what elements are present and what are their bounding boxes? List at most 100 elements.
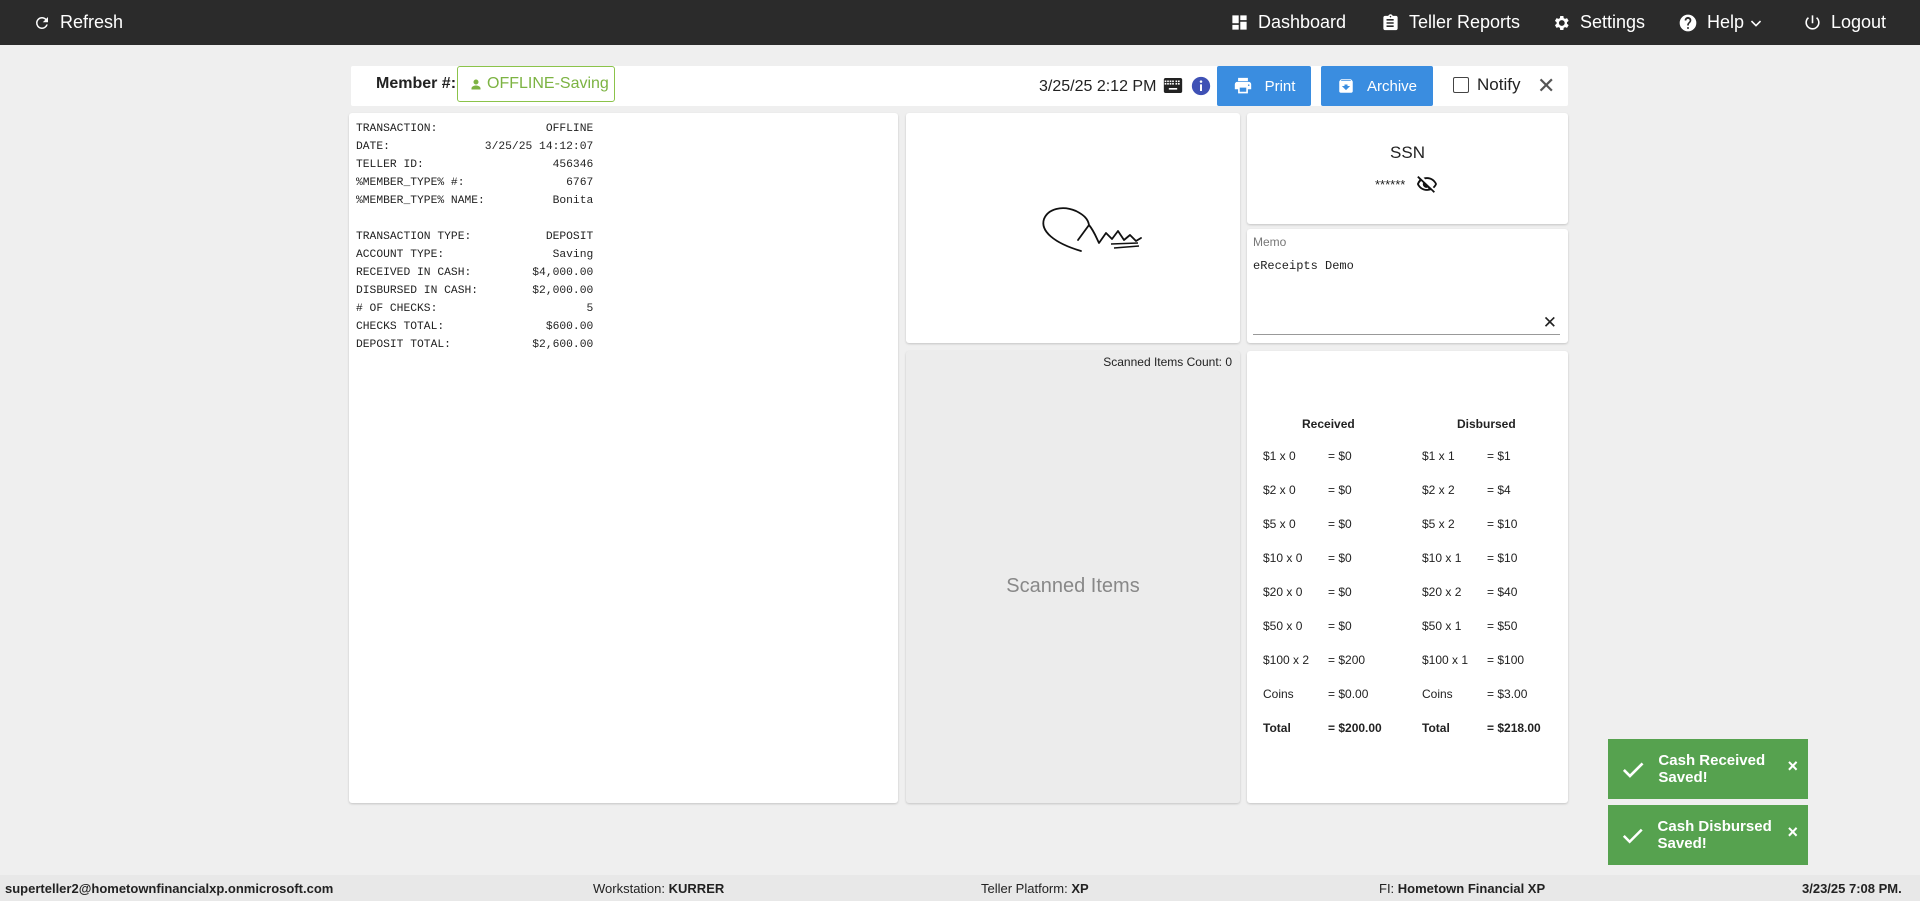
disbursed-amount: = $4 [1487, 483, 1511, 497]
disbursed-denomination: Coins [1422, 687, 1453, 701]
toast-close-icon[interactable]: × [1787, 756, 1798, 777]
help-label: Help [1707, 12, 1745, 32]
top-nav-bar: Refresh Dashboard Teller Reports Setting… [0, 0, 1920, 45]
scanned-items-title: Scanned Items [1006, 575, 1140, 597]
disbursed-denomination: $10 x 1 [1422, 551, 1462, 565]
eye-slash-icon[interactable] [1415, 173, 1439, 200]
fi-label: FI: [1379, 881, 1395, 896]
received-amount: = $200.00 [1328, 721, 1382, 735]
user-icon [471, 79, 481, 89]
received-denomination: Total [1263, 721, 1291, 735]
toast-cash-disbursed: Cash Disbursed Saved! × [1608, 805, 1808, 865]
settings-link[interactable]: Settings [1551, 0, 1645, 45]
print-label: Print [1264, 77, 1296, 95]
transaction-header: Member #: OFFLINE-Saving 3/25/25 2:12 PM… [351, 66, 1568, 106]
memo-underline [1253, 334, 1560, 335]
received-amount: = $0 [1328, 585, 1352, 599]
cash-breakdown-panel: Received Disbursed $1 x 0 = $0 $2 x 0 = $0 $… [1247, 351, 1568, 803]
received-amount: = $0 [1328, 449, 1352, 463]
dashboard-link[interactable]: Dashboard [1230, 0, 1346, 45]
footer-user: superteller2@hometownfinancialxp.onmicro… [5, 881, 334, 896]
fi-value: Hometown Financial XP [1397, 881, 1546, 896]
footer-platform: Teller Platform: XP [981, 881, 1089, 896]
member-label: Member #: [376, 75, 457, 92]
toast-close-icon[interactable]: × [1787, 822, 1798, 843]
footer-datetime: 3/23/25 7:08 PM. [1802, 881, 1902, 896]
ssn-title: SSN [1390, 143, 1425, 162]
receipt-text: TRANSACTION: OFFLINE DATE: 3/25/25 14:12… [356, 123, 594, 351]
received-denomination: $10 x 0 [1263, 551, 1303, 565]
archive-icon [1339, 79, 1353, 93]
footer-workstation: Workstation: KURRER [593, 881, 724, 896]
disbursed-denomination: $1 x 1 [1422, 449, 1455, 463]
received-denomination: $100 x 2 [1263, 653, 1310, 667]
settings-label: Settings [1580, 12, 1646, 32]
memo-clear-icon[interactable]: ✕ [1543, 313, 1557, 333]
received-amount: = $0 [1328, 551, 1352, 565]
ssn-masked-value: ****** [1375, 177, 1406, 192]
received-denomination: $5 x 0 [1263, 517, 1296, 531]
disbursed-denomination: $5 x 2 [1422, 517, 1455, 531]
help-menu[interactable]: Help [1678, 0, 1762, 45]
archive-label: Archive [1366, 77, 1418, 95]
disbursed-amount: = $10 [1487, 551, 1518, 565]
platform-value: XP [1071, 881, 1089, 896]
gear-icon [1551, 13, 1571, 33]
received-amount: = $0 [1328, 517, 1352, 531]
ssn-panel: SSN ****** [1247, 113, 1568, 224]
received-denomination: $1 x 0 [1263, 449, 1296, 463]
disbursed-amount: = $50 [1487, 619, 1518, 633]
logout-label: Logout [1831, 12, 1887, 32]
toast-message: Cash Disbursed Saved! [1657, 818, 1772, 852]
toast-message: Cash Received Saved! [1658, 752, 1766, 786]
received-amount: = $200 [1328, 653, 1366, 667]
disbursed-amount: = $3.00 [1487, 687, 1528, 701]
status-footer: superteller2@hometownfinancialxp.onmicro… [0, 875, 1920, 901]
scanned-items-count: Scanned Items Count: 0 [1103, 355, 1232, 369]
disbursed-denomination: $20 x 2 [1422, 585, 1462, 599]
disbursed-amount: = $40 [1487, 585, 1518, 599]
received-amount: = $0.00 [1328, 687, 1369, 701]
printer-icon [1234, 77, 1251, 94]
disbursed-amount: = $1 [1487, 449, 1511, 463]
received-denomination: $20 x 0 [1263, 585, 1303, 599]
received-amount: = $0 [1328, 483, 1352, 497]
disbursed-denomination: $50 x 1 [1422, 619, 1462, 633]
platform-label: Teller Platform: [981, 881, 1068, 896]
disbursed-denomination: Total [1422, 721, 1450, 735]
received-header: Received [1302, 417, 1355, 431]
refresh-button[interactable]: Refresh [33, 0, 123, 45]
memo-input[interactable]: eReceipts Demo [1253, 259, 1354, 273]
info-icon[interactable] [1191, 76, 1211, 101]
workstation-label: Workstation: [593, 881, 666, 896]
disbursed-amount: = $218.00 [1487, 721, 1541, 735]
check-icon [1622, 828, 1643, 844]
logout-link[interactable]: Logout [1803, 0, 1886, 45]
checkbox-box[interactable] [1453, 77, 1469, 93]
teller-reports-link[interactable]: Teller Reports [1381, 0, 1520, 45]
notify-checkbox[interactable]: Notify [1453, 75, 1520, 95]
notify-label: Notify [1477, 75, 1521, 94]
dashboard-label: Dashboard [1258, 12, 1347, 32]
disbursed-amount: = $10 [1487, 517, 1518, 531]
received-denomination: $50 x 0 [1263, 619, 1303, 633]
disbursed-denomination: $2 x 2 [1422, 483, 1455, 497]
keyboard-icon[interactable] [1163, 78, 1183, 98]
toast-cash-received: Cash Received Saved! × [1608, 739, 1808, 799]
received-denomination: Coins [1263, 687, 1294, 701]
clipboard-icon [1381, 13, 1400, 33]
signature-panel [906, 113, 1240, 343]
close-icon[interactable]: ✕ [1537, 75, 1555, 97]
workstation-value: KURRER [668, 881, 725, 896]
disbursed-amount: = $100 [1487, 653, 1525, 667]
teller-reports-label: Teller Reports [1409, 12, 1521, 32]
disbursed-denomination: $100 x 1 [1422, 653, 1469, 667]
scanned-items-panel: Scanned Items Count: 0 Scanned Items [906, 351, 1240, 803]
chevron-down-icon [1750, 17, 1762, 29]
print-button[interactable]: Print [1217, 66, 1311, 106]
member-chip[interactable]: OFFLINE-Saving [457, 66, 615, 102]
dashboard-icon [1230, 13, 1249, 32]
received-amount: = $0 [1328, 619, 1352, 633]
archive-button[interactable]: Archive [1321, 66, 1433, 106]
signature-image [1042, 207, 1142, 252]
